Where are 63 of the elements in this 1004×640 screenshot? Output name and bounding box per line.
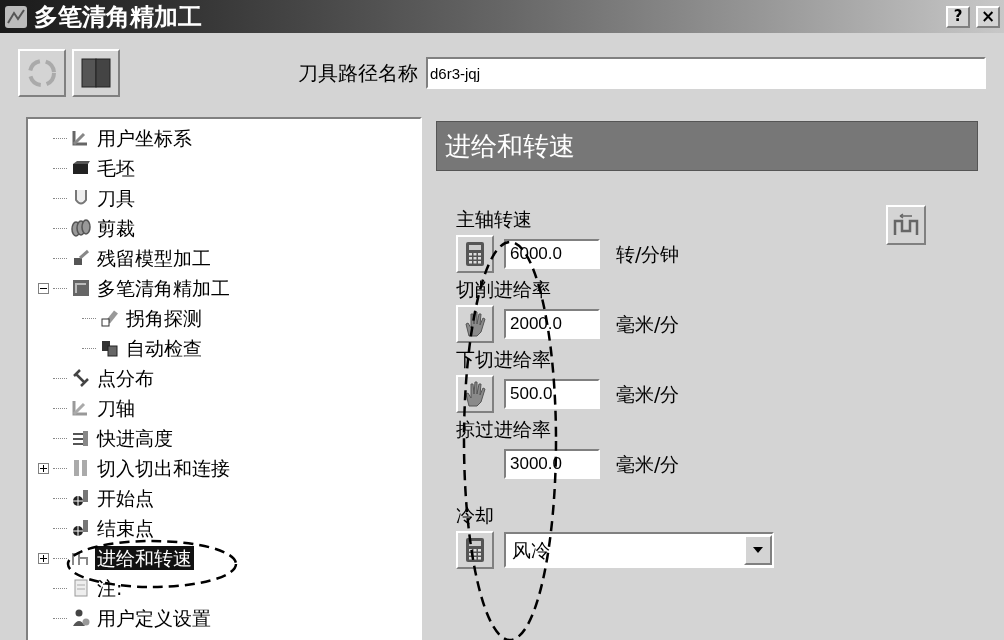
panel-title: 进给和转速 (445, 129, 575, 163)
unit-label: 毫米/分 (616, 381, 680, 407)
expand-toggle[interactable] (38, 282, 49, 294)
expand-toggle[interactable] (38, 552, 49, 564)
calculator-button[interactable] (456, 235, 494, 273)
tool-icon (71, 248, 91, 268)
hand-button[interactable] (456, 375, 494, 413)
field-label: 掠过进给率 (456, 417, 552, 442)
tree-item[interactable]: 注: (95, 576, 125, 600)
tree-item[interactable]: 拐角探测 (124, 306, 204, 330)
target-icon (71, 518, 91, 538)
tree-item[interactable]: 多笔清角精加工 (95, 276, 232, 300)
hand-button[interactable] (456, 305, 494, 343)
field-label: 下切进给率 (456, 347, 552, 372)
calculator-icon (465, 241, 485, 267)
tree-item[interactable]: 进给和转速 (95, 546, 194, 570)
close-button[interactable]: × (976, 5, 1000, 28)
tree-item[interactable]: 毛坯 (95, 156, 137, 180)
field-label: 主轴转速 (456, 207, 533, 232)
user-gear-icon (71, 608, 91, 628)
recycle-button[interactable] (18, 49, 66, 97)
app-icon (4, 4, 28, 29)
plus-icon (40, 464, 47, 472)
unit-label: 毫米/分 (616, 451, 680, 477)
corner-icon (71, 278, 91, 298)
tree-item[interactable]: 自动检查 (124, 336, 204, 360)
tree-item[interactable]: 切入切出和连接 (95, 456, 232, 480)
tree-item[interactable]: 用户坐标系 (95, 126, 194, 150)
dropdown-arrow-icon (753, 547, 763, 553)
pages-icon (79, 56, 113, 90)
coolant-dropdown[interactable]: 风冷 (504, 532, 774, 568)
calculator-button[interactable] (456, 531, 494, 569)
unit-label: 毫米/分 (616, 311, 680, 337)
window-title: 多笔清角精加工 (34, 1, 202, 33)
feed-rate-field[interactable]: 500.0 (504, 379, 600, 409)
feed-rate-field[interactable]: 3000.0 (504, 449, 600, 479)
tree-item[interactable]: 用户定义设置 (95, 606, 213, 630)
tree-item[interactable]: 快进高度 (95, 426, 175, 450)
unit-label: 转/分钟 (616, 241, 680, 267)
stairs-icon (71, 428, 91, 448)
plus-icon (40, 554, 47, 562)
tree-item[interactable]: 刀轴 (95, 396, 137, 420)
feed-rate-field[interactable]: 2000.0 (504, 309, 600, 339)
toolpath-name-field[interactable]: d6r3-jqj (426, 57, 986, 89)
note-icon (71, 578, 91, 598)
hand-icon (463, 380, 487, 408)
help-button[interactable]: ? (946, 5, 970, 28)
feed-rate-field[interactable]: 6000.0 (504, 239, 600, 269)
calculator-icon (465, 537, 485, 563)
expand-toggle[interactable] (38, 462, 49, 474)
tree-item[interactable]: 结束点 (95, 516, 156, 540)
points-icon (71, 368, 91, 388)
toolpath-button[interactable] (72, 49, 120, 97)
tree-item[interactable]: 残留模型加工 (95, 246, 213, 270)
spindle-button[interactable] (886, 205, 926, 245)
hand-icon (463, 310, 487, 338)
cylinders-icon (100, 338, 120, 358)
target-icon (71, 488, 91, 508)
tree-item[interactable]: 开始点 (95, 486, 156, 510)
tree-item[interactable]: 剪裁 (95, 216, 137, 240)
toolpath-name-label: 刀具路径名称 (298, 60, 418, 87)
tree-item[interactable]: 刀具 (95, 186, 137, 210)
tree-item[interactable]: 点分布 (95, 366, 156, 390)
